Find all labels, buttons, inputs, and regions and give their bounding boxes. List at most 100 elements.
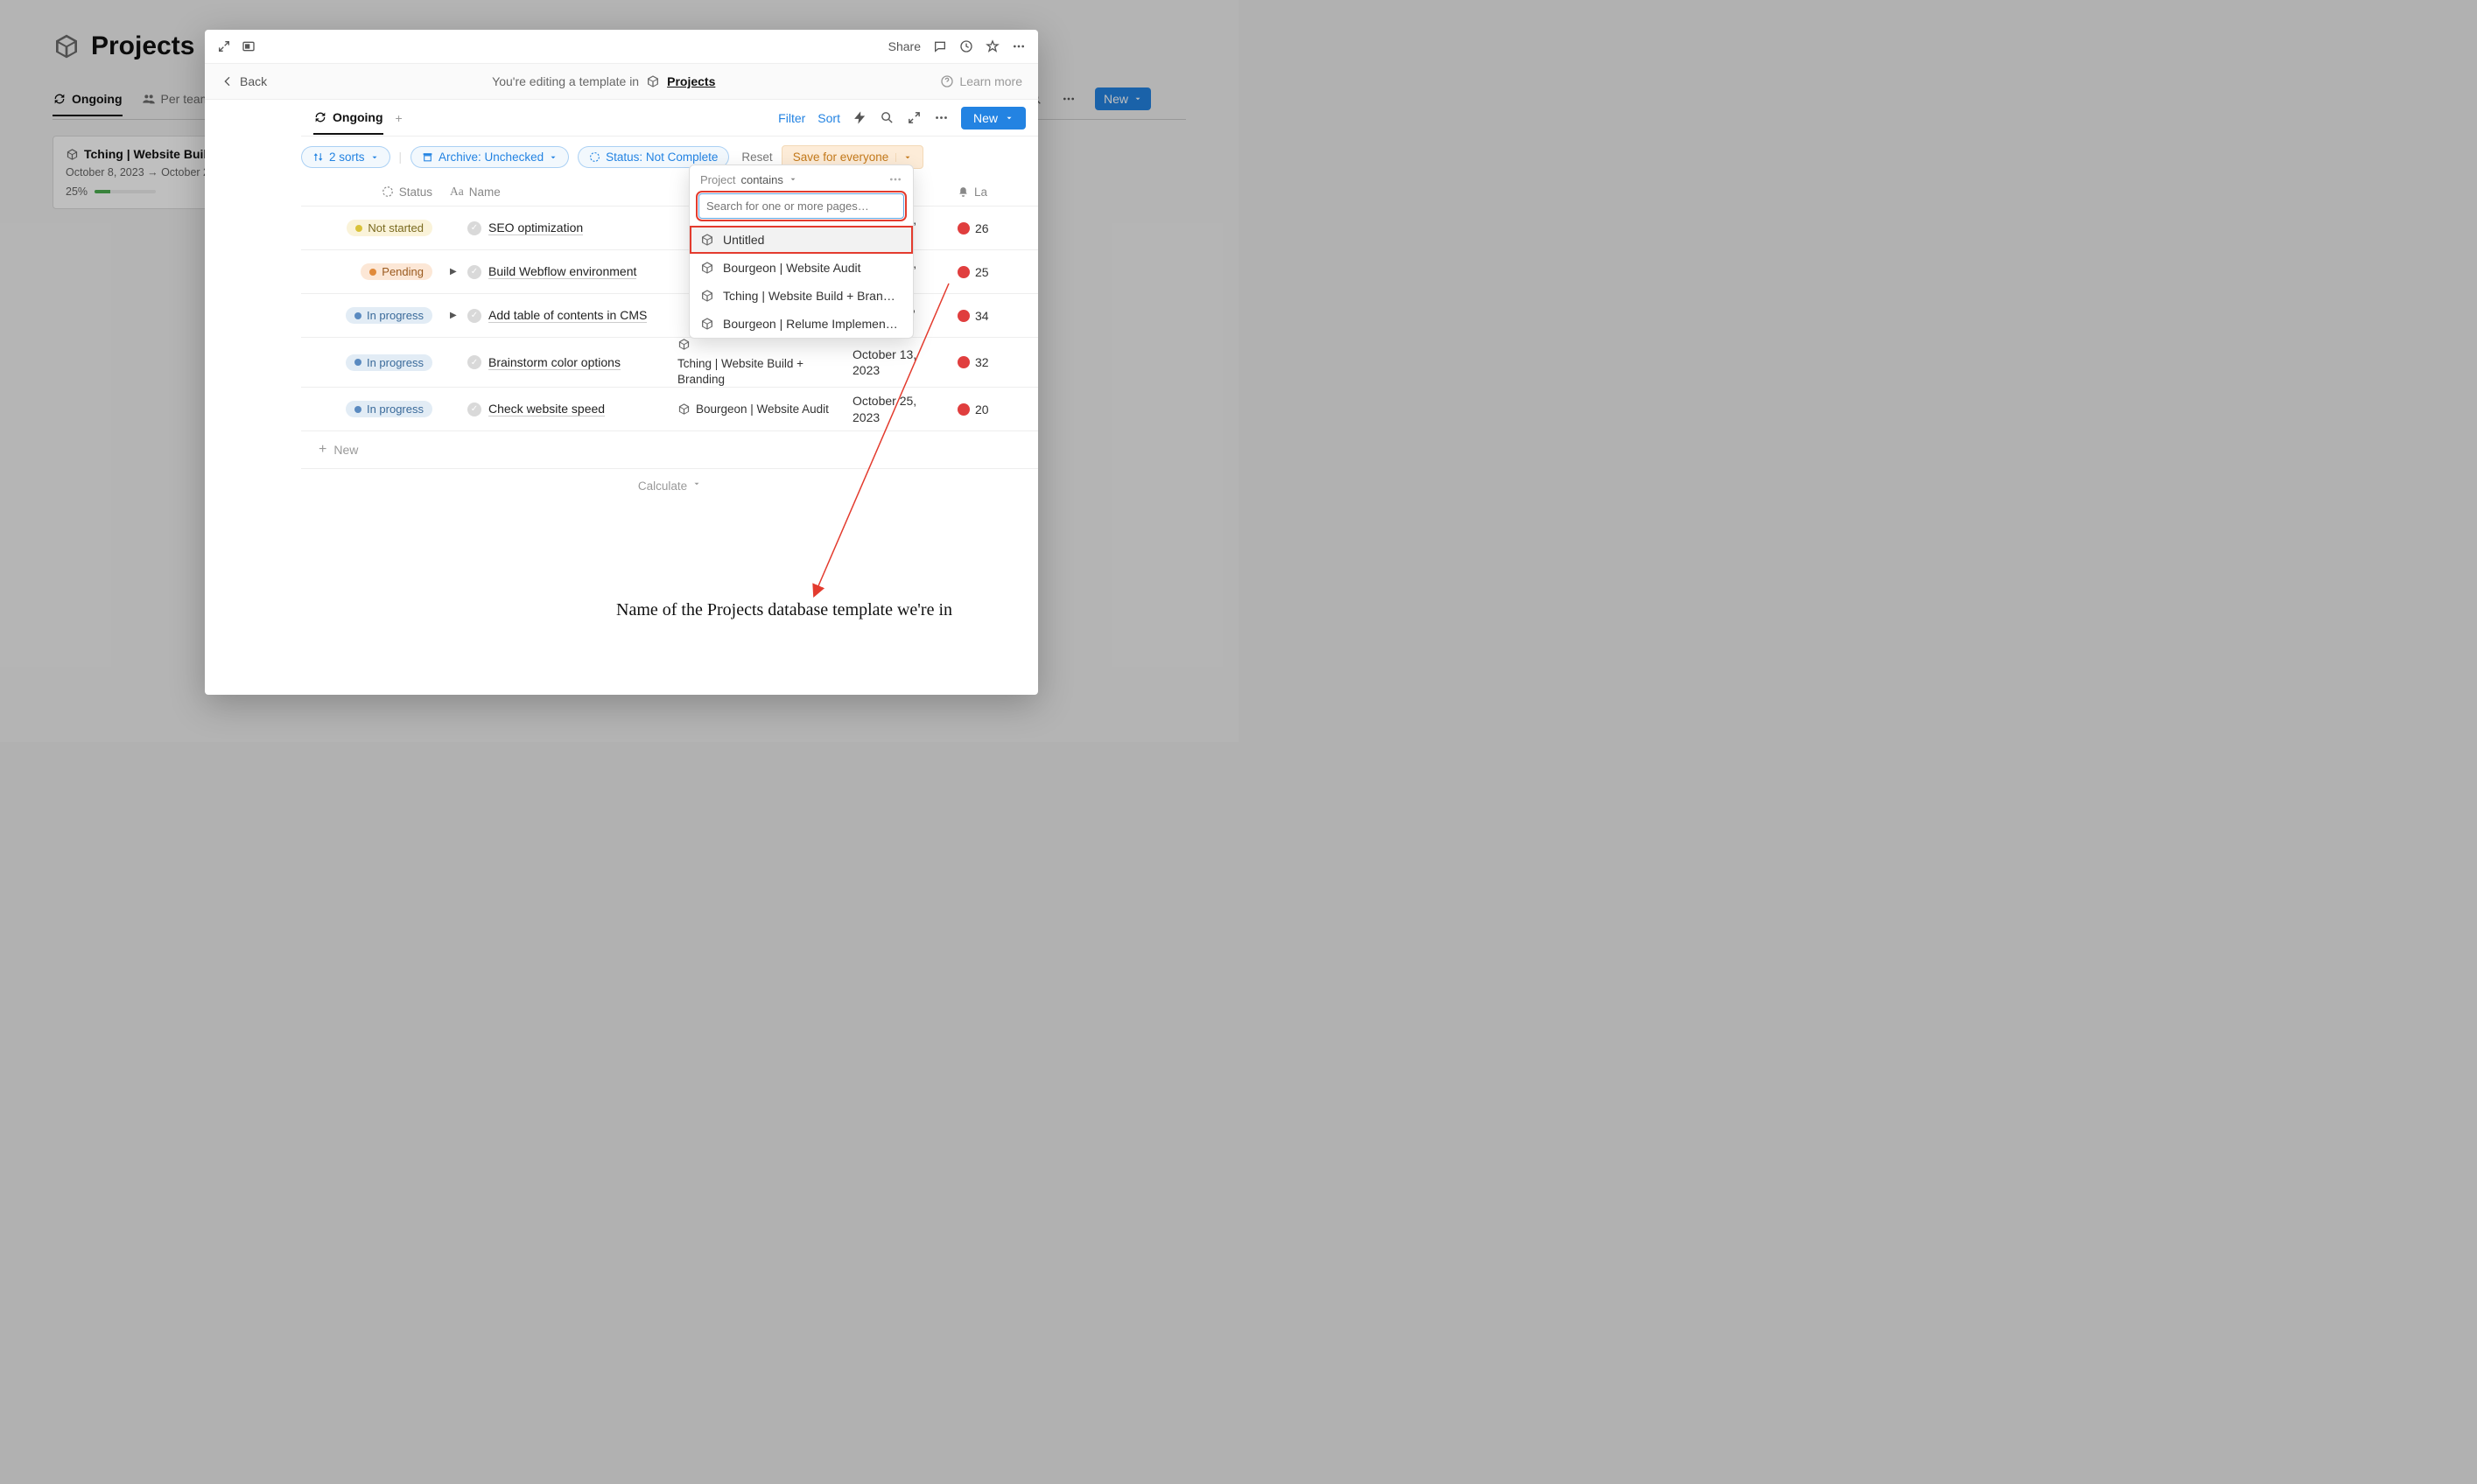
annotation-caption: Name of the Projects database template w… [616, 600, 952, 620]
column-header-status[interactable]: Status [301, 185, 441, 199]
column-header-name[interactable]: Aa Name [441, 185, 669, 199]
save-dropdown-caret[interactable] [895, 153, 912, 162]
popover-option[interactable]: Tching | Website Build + Bran… [690, 282, 913, 310]
template-banner: Back You're editing a template in Projec… [205, 63, 1038, 100]
task-name[interactable]: Brainstorm color options [488, 355, 621, 370]
task-name[interactable]: Build Webflow environment [488, 264, 636, 279]
save-for-everyone-label: Save for everyone [793, 150, 889, 164]
archive-icon [422, 151, 433, 163]
table-row[interactable]: In progress ✓ Brainstorm color options Tchi… [301, 338, 1038, 388]
chevron-down-icon [549, 153, 558, 162]
add-view-button[interactable]: + [396, 111, 403, 125]
calculate-button[interactable]: Calculate [301, 469, 1038, 503]
template-editor-modal: Share Back You're editing a template in … [205, 30, 1038, 695]
new-row-label: New [333, 443, 358, 457]
status-badge: Pending [361, 263, 432, 280]
tab-ongoing[interactable]: Ongoing [313, 102, 383, 135]
editing-prefix: You're editing a template in [492, 74, 639, 88]
reset-filters-button[interactable]: Reset [741, 150, 772, 164]
complete-checkbox[interactable]: ✓ [467, 265, 481, 279]
search-icon[interactable] [880, 110, 895, 125]
table-row[interactable]: Pending▶✓Build Webflow environmentOctobe… [301, 250, 1038, 294]
complete-checkbox[interactable]: ✓ [467, 221, 481, 235]
template-banner-text: You're editing a template in Projects [276, 74, 931, 88]
learn-more-link[interactable]: Learn more [940, 74, 1022, 88]
sorts-pill[interactable]: 2 sorts [301, 146, 390, 168]
comment-icon[interactable] [933, 39, 947, 53]
new-row-button[interactable]: + New [301, 431, 1038, 469]
chevron-down-icon [370, 153, 379, 162]
cube-icon [700, 233, 714, 247]
complete-checkbox[interactable]: ✓ [467, 355, 481, 369]
popover-header-field: Project [700, 173, 735, 186]
new-button-label: New [973, 111, 998, 125]
table-header-row: Status Aa Name Deadline La [301, 178, 1038, 206]
status-badge: Not started [347, 220, 432, 236]
sort-button[interactable]: Sort [817, 111, 840, 125]
last-cell: 32 [958, 355, 989, 369]
task-name[interactable]: Add table of contents in CMS [488, 308, 647, 323]
column-header-last-label: La [974, 186, 987, 199]
project-cell[interactable]: Tching | Website Build + Branding [677, 338, 835, 387]
complete-checkbox[interactable]: ✓ [467, 309, 481, 323]
column-header-status-label: Status [399, 186, 432, 199]
sort-icon [312, 151, 324, 163]
last-cell: 26 [958, 221, 989, 235]
share-button[interactable]: Share [888, 39, 921, 53]
more-icon[interactable] [888, 172, 902, 186]
expand-diagonal-icon[interactable] [217, 39, 231, 53]
learn-more-label: Learn more [959, 74, 1022, 88]
popover-header: Project contains [690, 165, 913, 193]
more-icon[interactable] [934, 110, 949, 125]
more-icon[interactable] [1012, 39, 1026, 53]
back-button[interactable]: Back [221, 74, 267, 88]
chevron-down-icon [1005, 114, 1014, 122]
expand-icon[interactable] [907, 110, 922, 125]
popover-header-mode[interactable]: contains [740, 173, 782, 186]
filter-button[interactable]: Filter [778, 111, 805, 125]
chevron-down-icon [903, 153, 912, 162]
task-name[interactable]: SEO optimization [488, 220, 583, 235]
task-name[interactable]: Check website speed [488, 402, 605, 416]
popover-option[interactable]: Untitled [690, 226, 913, 254]
table-row[interactable]: Not started✓SEO optimizationOctober 19,2… [301, 206, 1038, 250]
last-cell: 34 [958, 309, 989, 323]
clock-icon[interactable] [959, 39, 973, 53]
table-row[interactable]: In progress ✓ Check website speed Bourgeon … [301, 388, 1038, 431]
status-icon [382, 186, 394, 198]
sync-icon [313, 110, 327, 124]
peek-mode-icon[interactable] [242, 39, 256, 53]
tasks-table: Status Aa Name Deadline La Not started ✓ S… [301, 178, 1038, 503]
popover-search-input[interactable] [698, 193, 904, 219]
status-icon [589, 151, 600, 163]
status-badge: In progress [346, 401, 432, 417]
star-icon[interactable] [986, 39, 1000, 53]
cube-icon [677, 402, 691, 416]
status-badge: In progress [346, 307, 432, 324]
calculate-label: Calculate [638, 480, 687, 493]
status-badge: In progress [346, 354, 432, 371]
archive-filter-pill[interactable]: Archive: Unchecked [410, 146, 569, 168]
popover-option[interactable]: Bourgeon | Website Audit [690, 254, 913, 282]
project-cell[interactable]: Bourgeon | Website Audit [677, 402, 829, 417]
popover-option[interactable]: Bourgeon | Relume Implemen… [690, 310, 913, 338]
status-filter-label: Status: Not Complete [606, 150, 718, 164]
arrow-left-icon [221, 74, 235, 88]
complete-checkbox[interactable]: ✓ [467, 402, 481, 416]
chevron-down-icon [789, 175, 797, 184]
projects-link[interactable]: Projects [667, 74, 715, 88]
expand-toggle[interactable]: ▶ [450, 267, 459, 276]
cube-icon [700, 317, 714, 331]
deadline-cell: October 25,2023 [853, 393, 916, 424]
expand-toggle[interactable]: ▶ [450, 311, 459, 320]
bell-icon [958, 186, 969, 198]
new-button[interactable]: New [961, 107, 1026, 130]
help-icon [940, 74, 954, 88]
table-row[interactable]: In progress ▶ ✓ Add table of contents in CM… [301, 294, 1038, 338]
deadline-cell: October 13,2023 [853, 346, 916, 378]
cube-icon [677, 338, 691, 351]
last-cell: 25 [958, 265, 989, 279]
column-header-name-label: Name [469, 186, 501, 199]
lightning-icon[interactable] [853, 110, 867, 125]
column-header-last[interactable]: La [949, 185, 1001, 199]
